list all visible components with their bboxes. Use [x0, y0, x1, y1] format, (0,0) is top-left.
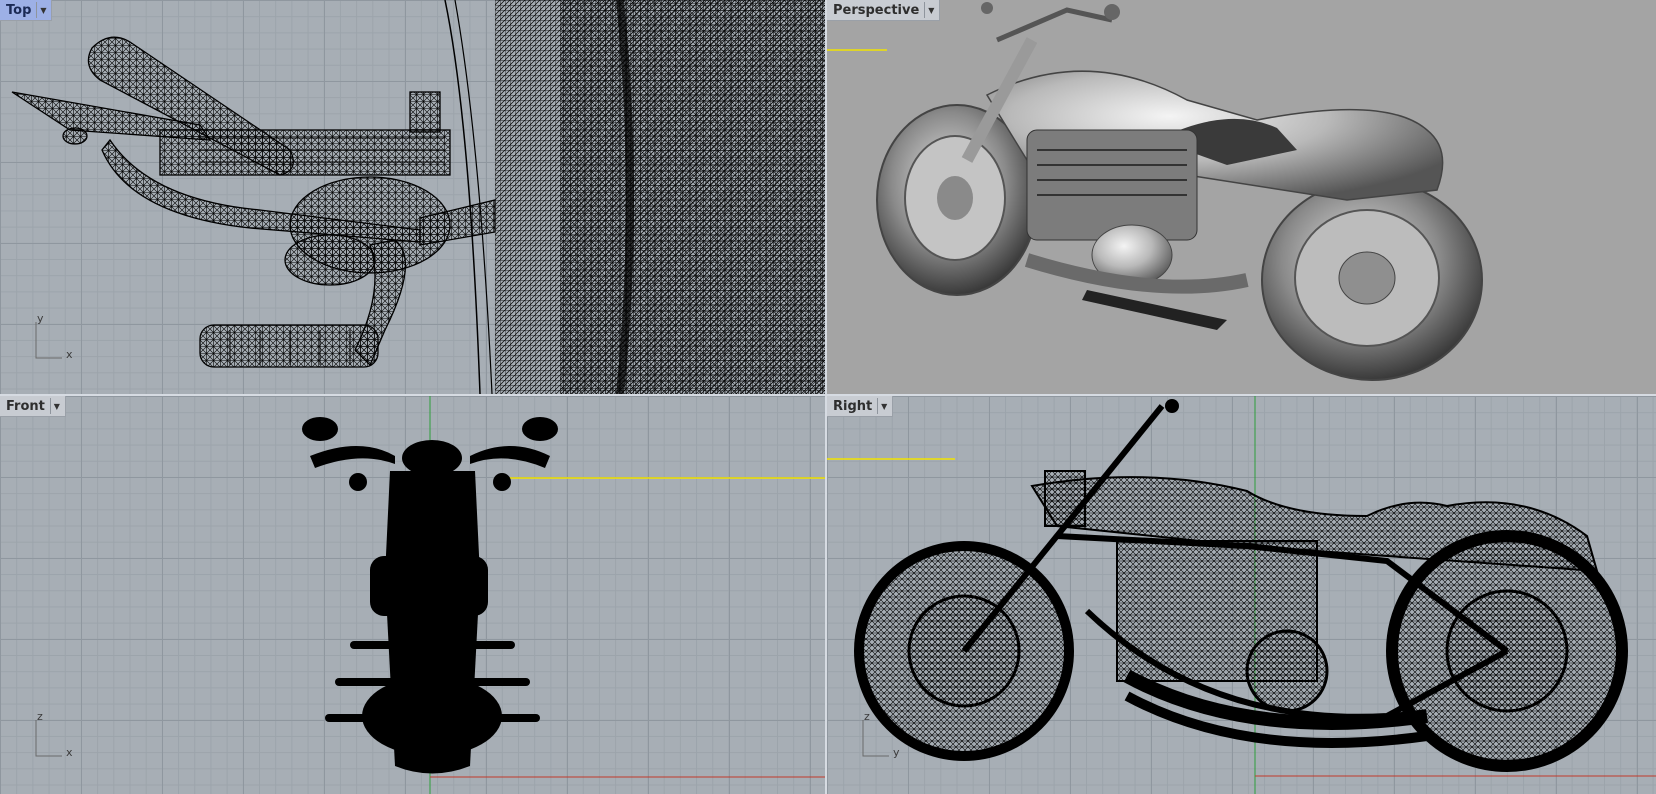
- chevron-down-icon[interactable]: ▼: [49, 398, 63, 414]
- axis-label-z: z: [37, 710, 43, 723]
- viewport-label: Front: [6, 398, 45, 414]
- perspective-render: [827, 2, 1483, 381]
- viewport-perspective[interactable]: Perspective ▼: [827, 0, 1656, 394]
- axis-indicator: y x: [34, 312, 74, 362]
- front-wireframe: [302, 396, 825, 794]
- chevron-down-icon[interactable]: ▼: [877, 398, 890, 414]
- viewport-top[interactable]: Top ▼ y x: [0, 0, 825, 394]
- axis-label-x: x: [66, 746, 73, 759]
- axis-label-y: y: [37, 312, 44, 325]
- axis-label-z: z: [864, 710, 870, 723]
- viewport-tab-top[interactable]: Top ▼: [0, 0, 53, 21]
- axis-label-y: y: [893, 746, 900, 759]
- axis-indicator: z x: [34, 710, 74, 760]
- chevron-down-icon[interactable]: ▼: [924, 2, 937, 18]
- chevron-down-icon[interactable]: ▼: [36, 2, 49, 18]
- viewport-label: Top: [6, 2, 32, 18]
- axis-indicator: z y: [861, 710, 901, 760]
- axis-label-x: x: [66, 348, 73, 361]
- viewport-label: Right: [833, 398, 873, 414]
- viewport-tab-perspective[interactable]: Perspective ▼: [827, 0, 941, 21]
- viewport-tab-right[interactable]: Right ▼: [827, 396, 894, 417]
- viewport-front[interactable]: Front ▼ z x: [0, 396, 825, 794]
- top-wireframe: [11, 0, 825, 394]
- viewport-tab-front[interactable]: Front ▼: [0, 396, 66, 417]
- viewport-label: Perspective: [833, 2, 920, 18]
- right-wireframe: [827, 396, 1656, 794]
- viewport-right[interactable]: Right ▼ z y: [827, 396, 1656, 794]
